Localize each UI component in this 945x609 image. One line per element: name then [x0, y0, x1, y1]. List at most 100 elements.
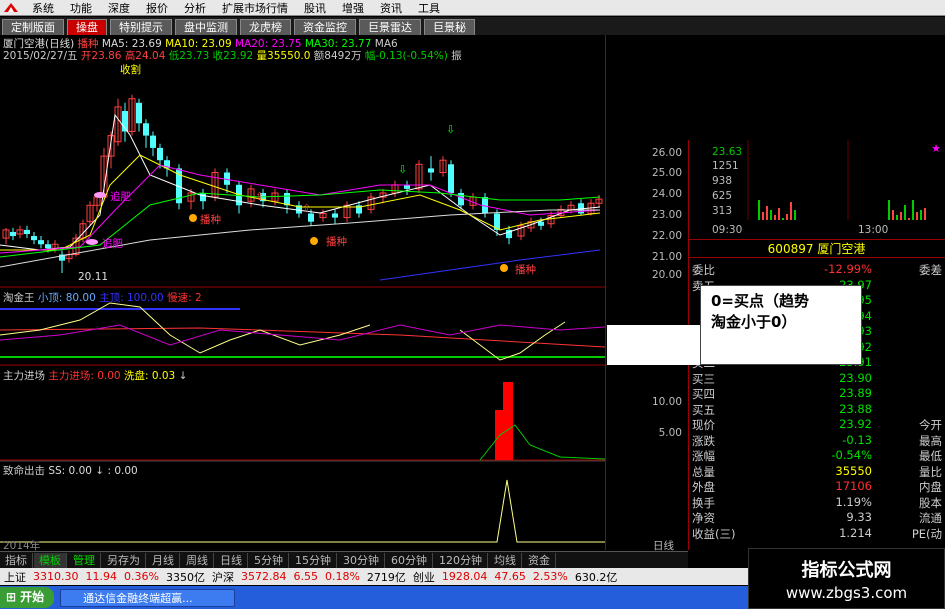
period-tab-12[interactable]: 均线 — [489, 552, 522, 568]
quote-key: 涨跌 — [692, 433, 715, 448]
mini-time: 09:30 — [712, 224, 743, 236]
quote-row: 买五 23.88 — [692, 402, 942, 417]
app-logo-icon — [4, 2, 18, 12]
menu-item-function[interactable]: 功能 — [62, 0, 100, 16]
top-tab-bar: 定制版面 操盘 特别提示 盘中监测 龙虎榜 资金监控 巨景雷达 巨景秘 — [0, 17, 945, 35]
quote-value: 23.89 — [839, 386, 872, 400]
period-tab-1[interactable]: 模板 — [34, 552, 67, 568]
period-tab-6[interactable]: 日线 — [215, 552, 248, 568]
panel1-name: 淘金王 — [3, 292, 35, 304]
ticker-item: 3310.30 — [33, 570, 79, 583]
mini-volume-bar — [790, 202, 792, 220]
signal-fat: 追肥 — [110, 190, 131, 203]
mini-volume-bar — [912, 200, 914, 220]
menu-item-info[interactable]: 资讯 — [372, 0, 410, 16]
ticker-item: 1928.04 — [441, 570, 488, 583]
period-tab-7[interactable]: 5分钟 — [249, 552, 289, 568]
taskbar-app-item[interactable]: 通达信金融终端超赢... — [60, 588, 236, 607]
quote-row: 收益(三) 1.214 PE(动 — [692, 526, 942, 541]
candle-body — [448, 164, 454, 193]
quote-key2: PE(动 — [911, 526, 942, 541]
menu-item-news[interactable]: 股讯 — [296, 0, 334, 16]
quote-row: 外盘 17106 内盘 — [692, 479, 942, 494]
mini-label: 938 — [712, 175, 733, 187]
coin-icon — [189, 214, 197, 222]
panel2-tick: 10.00 — [651, 396, 682, 408]
quote-key2 — [872, 386, 942, 401]
quote-key2: 流通 — [919, 511, 942, 525]
arrow-icon: ⇧ — [302, 202, 311, 215]
stock-name: 厦门空港 — [817, 242, 866, 256]
tab-6[interactable]: 巨景雷达 — [359, 19, 421, 35]
period-tab-8[interactable]: 15分钟 — [290, 552, 337, 568]
mini-time-2: 13:00 — [858, 224, 889, 236]
candle-body — [150, 135, 156, 148]
price-tick: 26.00 — [651, 147, 682, 159]
candle-body — [31, 236, 37, 241]
period-tab-0[interactable]: 指标 — [0, 552, 33, 568]
price-axis: 26.00 25.00 24.00 23.00 22.00 21.00 20.0… — [605, 35, 688, 552]
mini-volume-bar — [892, 210, 894, 220]
watermark-title: 指标公式网 — [801, 560, 892, 581]
tab-1[interactable]: 操盘 — [67, 19, 107, 35]
quote-key2 — [872, 293, 942, 308]
candle-body — [45, 244, 51, 249]
ticker-item: 630.2亿 — [574, 570, 618, 584]
mini-volume-bar — [900, 212, 902, 220]
menu-item-depth[interactable]: 深度 — [100, 0, 138, 16]
period-tab-13[interactable]: 资金 — [523, 552, 556, 568]
quote-key: 换手 — [692, 495, 715, 510]
quote-row: 换手 1.19% 股本 — [692, 495, 942, 510]
period-tab-9[interactable]: 30分钟 — [338, 552, 385, 568]
tab-7[interactable]: 巨景秘 — [424, 19, 475, 35]
menu-item-tools[interactable]: 工具 — [410, 0, 448, 16]
menu-item-system[interactable]: 系统 — [24, 0, 62, 16]
menu-item-quote[interactable]: 报价 — [138, 0, 176, 16]
bar-change: 幅-0.13(-0.54%) — [364, 50, 448, 62]
quote-key2: 最低 — [919, 449, 942, 463]
tab-3[interactable]: 盘中监测 — [175, 19, 237, 35]
fertilizer-icon — [86, 239, 98, 245]
mini-volume-bar — [924, 208, 926, 220]
quote-row: 总量 35550 量比 — [692, 464, 942, 479]
period-tab-11[interactable]: 120分钟 — [434, 552, 488, 568]
start-button[interactable]: ⊞ 开始 — [0, 587, 55, 608]
quote-row: 现价 23.92 今开 — [692, 417, 942, 432]
panel1-header: 淘金王 小顶: 80.00 主顶: 100.00 慢速: 2 — [3, 290, 202, 305]
signal-harvest: 收割 — [120, 63, 141, 76]
tab-2[interactable]: 特别提示 — [110, 19, 172, 35]
quote-value: 1.19% — [835, 494, 872, 509]
candle-body — [136, 102, 142, 124]
menu-item-analysis[interactable]: 分析 — [176, 0, 214, 16]
menu-item-enhance[interactable]: 增强 — [334, 0, 372, 16]
trend-line — [379, 249, 601, 281]
down-arrow-icon: ↓ — [178, 370, 188, 382]
tab-0[interactable]: 定制版面 — [2, 19, 64, 35]
down-arrow-icon: ↓ — [95, 465, 105, 477]
mini-volume-bar — [766, 206, 768, 220]
coin-icon — [310, 237, 318, 245]
watermark-url: www.zbgs3.com — [785, 584, 908, 602]
period-tab-3[interactable]: 另存为 — [102, 552, 146, 568]
panel3-p2: : 0.00 — [107, 465, 138, 477]
menu-item-ext-market[interactable]: 扩展市场行情 — [214, 0, 296, 16]
period-tab-4[interactable]: 月线 — [147, 552, 180, 568]
quote-key2: 委差 — [919, 263, 942, 277]
chart-header-line2: 2015/02/27/五 开23.86 高24.04 低23.73 收23.92… — [3, 48, 462, 63]
period-tab-10[interactable]: 60分钟 — [386, 552, 433, 568]
tab-4[interactable]: 龙虎榜 — [240, 19, 291, 35]
arrow-icon: ⇩ — [446, 123, 455, 136]
period-tab-5[interactable]: 周线 — [181, 552, 214, 568]
period-tab-2[interactable]: 管理 — [68, 552, 101, 568]
mini-label: 1251 — [712, 160, 739, 172]
mini-label: 23.63 — [712, 146, 743, 158]
quote-value: 23.92 — [839, 417, 872, 431]
kline-chart[interactable]: 收割 播种 播种 播种 追肥 追肥 20.11 ⇩ ⇩ ⇧ ⇧ 厦门空港(日线) 播种 MA5: 2… — [0, 35, 605, 552]
panel2-name: 主力进场 — [3, 370, 45, 382]
arrow-icon: ⇧ — [255, 190, 264, 203]
candle-body — [284, 193, 290, 206]
signal-buy: 播种 — [326, 235, 347, 248]
tab-5[interactable]: 资金监控 — [294, 19, 356, 35]
mini-volume-bar — [920, 210, 922, 220]
intraday-mini-chart: 23.63 1251 938 625 313 09:30 13:00 ★ — [688, 140, 945, 240]
